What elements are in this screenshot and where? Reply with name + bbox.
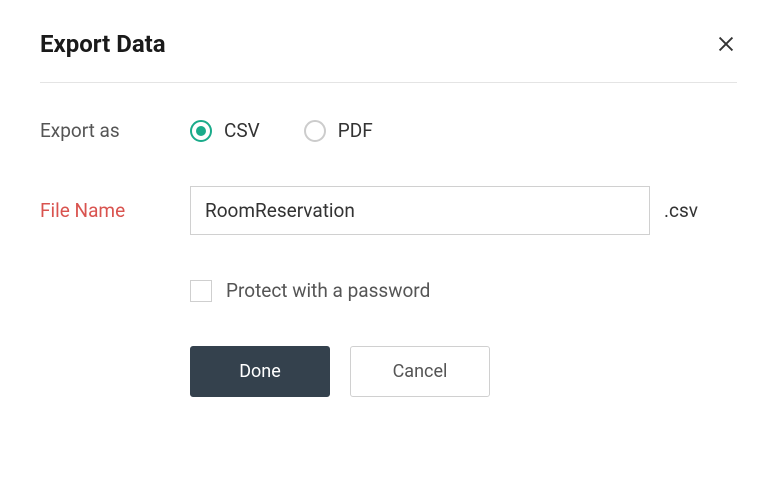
file-name-field: .csv — [190, 186, 737, 235]
radio-csv-label: CSV — [224, 119, 260, 142]
file-name-input[interactable] — [190, 186, 650, 235]
radio-dot-icon — [196, 126, 206, 136]
dialog-header: Export Data — [40, 30, 737, 83]
export-format-radio-group: CSV PDF — [190, 119, 373, 142]
radio-pdf-label: PDF — [338, 119, 373, 142]
radio-csv[interactable]: CSV — [190, 119, 260, 142]
export-as-label-col: Export as — [40, 119, 190, 142]
close-button[interactable] — [715, 33, 737, 55]
export-as-field: CSV PDF — [190, 119, 737, 142]
radio-pdf[interactable]: PDF — [304, 119, 373, 142]
dialog-actions: Done Cancel — [190, 346, 737, 397]
file-name-label: File Name — [40, 199, 125, 222]
cancel-button[interactable]: Cancel — [350, 346, 490, 397]
radio-circle-selected-icon — [190, 120, 212, 142]
protect-password-checkbox[interactable]: Protect with a password — [190, 279, 737, 302]
close-icon — [715, 33, 737, 55]
dialog-title: Export Data — [40, 30, 166, 58]
radio-circle-icon — [304, 120, 326, 142]
protect-password-label: Protect with a password — [226, 279, 430, 302]
file-name-row: File Name .csv — [40, 186, 737, 235]
done-button[interactable]: Done — [190, 346, 330, 397]
file-extension-label: .csv — [664, 199, 698, 222]
export-as-label: Export as — [40, 119, 120, 142]
checkbox-icon — [190, 280, 212, 302]
export-as-row: Export as CSV PDF — [40, 119, 737, 142]
file-name-label-col: File Name — [40, 199, 190, 222]
